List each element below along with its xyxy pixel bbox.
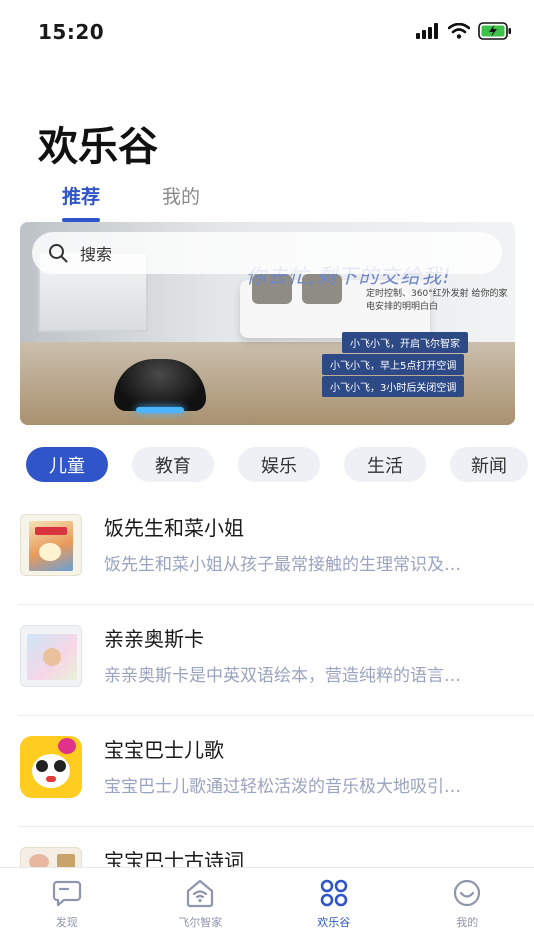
category-entertainment[interactable]: 娱乐 [238,447,320,482]
category-education[interactable]: 教育 [132,447,214,482]
banner-command: 小飞小飞，3小时后关闭空调 [322,376,465,397]
nav-smart-home[interactable]: 飞尔智家 [134,868,268,950]
page-title: 欢乐谷 [38,124,158,170]
tab-mine[interactable]: 我的 [162,182,200,209]
nav-discover[interactable]: 发现 [0,868,134,950]
battery-charging-icon [478,22,511,40]
category-life[interactable]: 生活 [344,447,426,482]
book-cover-thumbnail [20,625,82,687]
status-icons [416,22,512,40]
signal-icon [416,23,438,39]
nav-label: 发现 [55,916,78,929]
banner-description: 定时控制、360°红外发射 给你的家电安排的明明白白 [366,289,508,312]
nav-mine[interactable]: 我的 [401,868,534,950]
list-item[interactable]: 亲亲奥斯卡 亲亲奥斯卡是中英双语绘本，营造纯粹的语言… [18,605,534,716]
search-icon [49,244,68,263]
chat-bubble-icon [52,880,81,907]
smile-icon [454,879,481,907]
item-title: 宝宝巴士儿歌 [104,738,224,762]
item-description: 亲亲奥斯卡是中英双语绘本，营造纯粹的语言… [104,666,461,686]
category-bar: 儿童 教育 娱乐 生活 新闻 [26,447,528,482]
tab-bar: 推荐 我的 [62,182,200,222]
app-icon-thumbnail [20,736,82,798]
banner-command: 小飞小飞，开启飞尔智家 [342,332,468,353]
item-title: 亲亲奥斯卡 [104,627,204,651]
tab-recommended[interactable]: 推荐 [62,182,101,222]
list-item[interactable]: 饭先生和菜小姐 饭先生和菜小姐从孩子最常接触的生理常识及… [18,494,534,605]
device-glow [136,407,184,413]
status-bar: 15:20 [0,0,534,64]
nav-label: 欢乐谷 [317,916,351,929]
nav-label: 我的 [456,916,479,929]
smart-home-icon [187,879,214,908]
bottom-nav: 发现 飞尔智家 欢乐谷 我的 [0,867,534,950]
search-placeholder: 搜索 [80,245,113,264]
wifi-icon [448,23,470,39]
banner-command: 小飞小飞，早上5点打开空调 [322,354,465,375]
grid-icon [320,879,348,907]
category-children[interactable]: 儿童 [26,447,108,482]
status-time: 15:20 [38,20,105,44]
nav-label: 飞尔智家 [178,916,223,929]
search-bar[interactable]: 搜索 [32,232,502,274]
item-title: 饭先生和菜小姐 [104,516,244,540]
item-description: 饭先生和菜小姐从孩子最常接触的生理常识及… [104,555,461,575]
nav-happy-valley[interactable]: 欢乐谷 [267,868,401,950]
item-description: 宝宝巴士儿歌通过轻松活泼的音乐极大地吸引… [104,777,461,797]
category-news[interactable]: 新闻 [450,447,528,482]
book-cover-thumbnail [20,514,82,576]
list-item[interactable]: 宝宝巴士儿歌 宝宝巴士儿歌通过轻松活泼的音乐极大地吸引… [18,716,534,827]
